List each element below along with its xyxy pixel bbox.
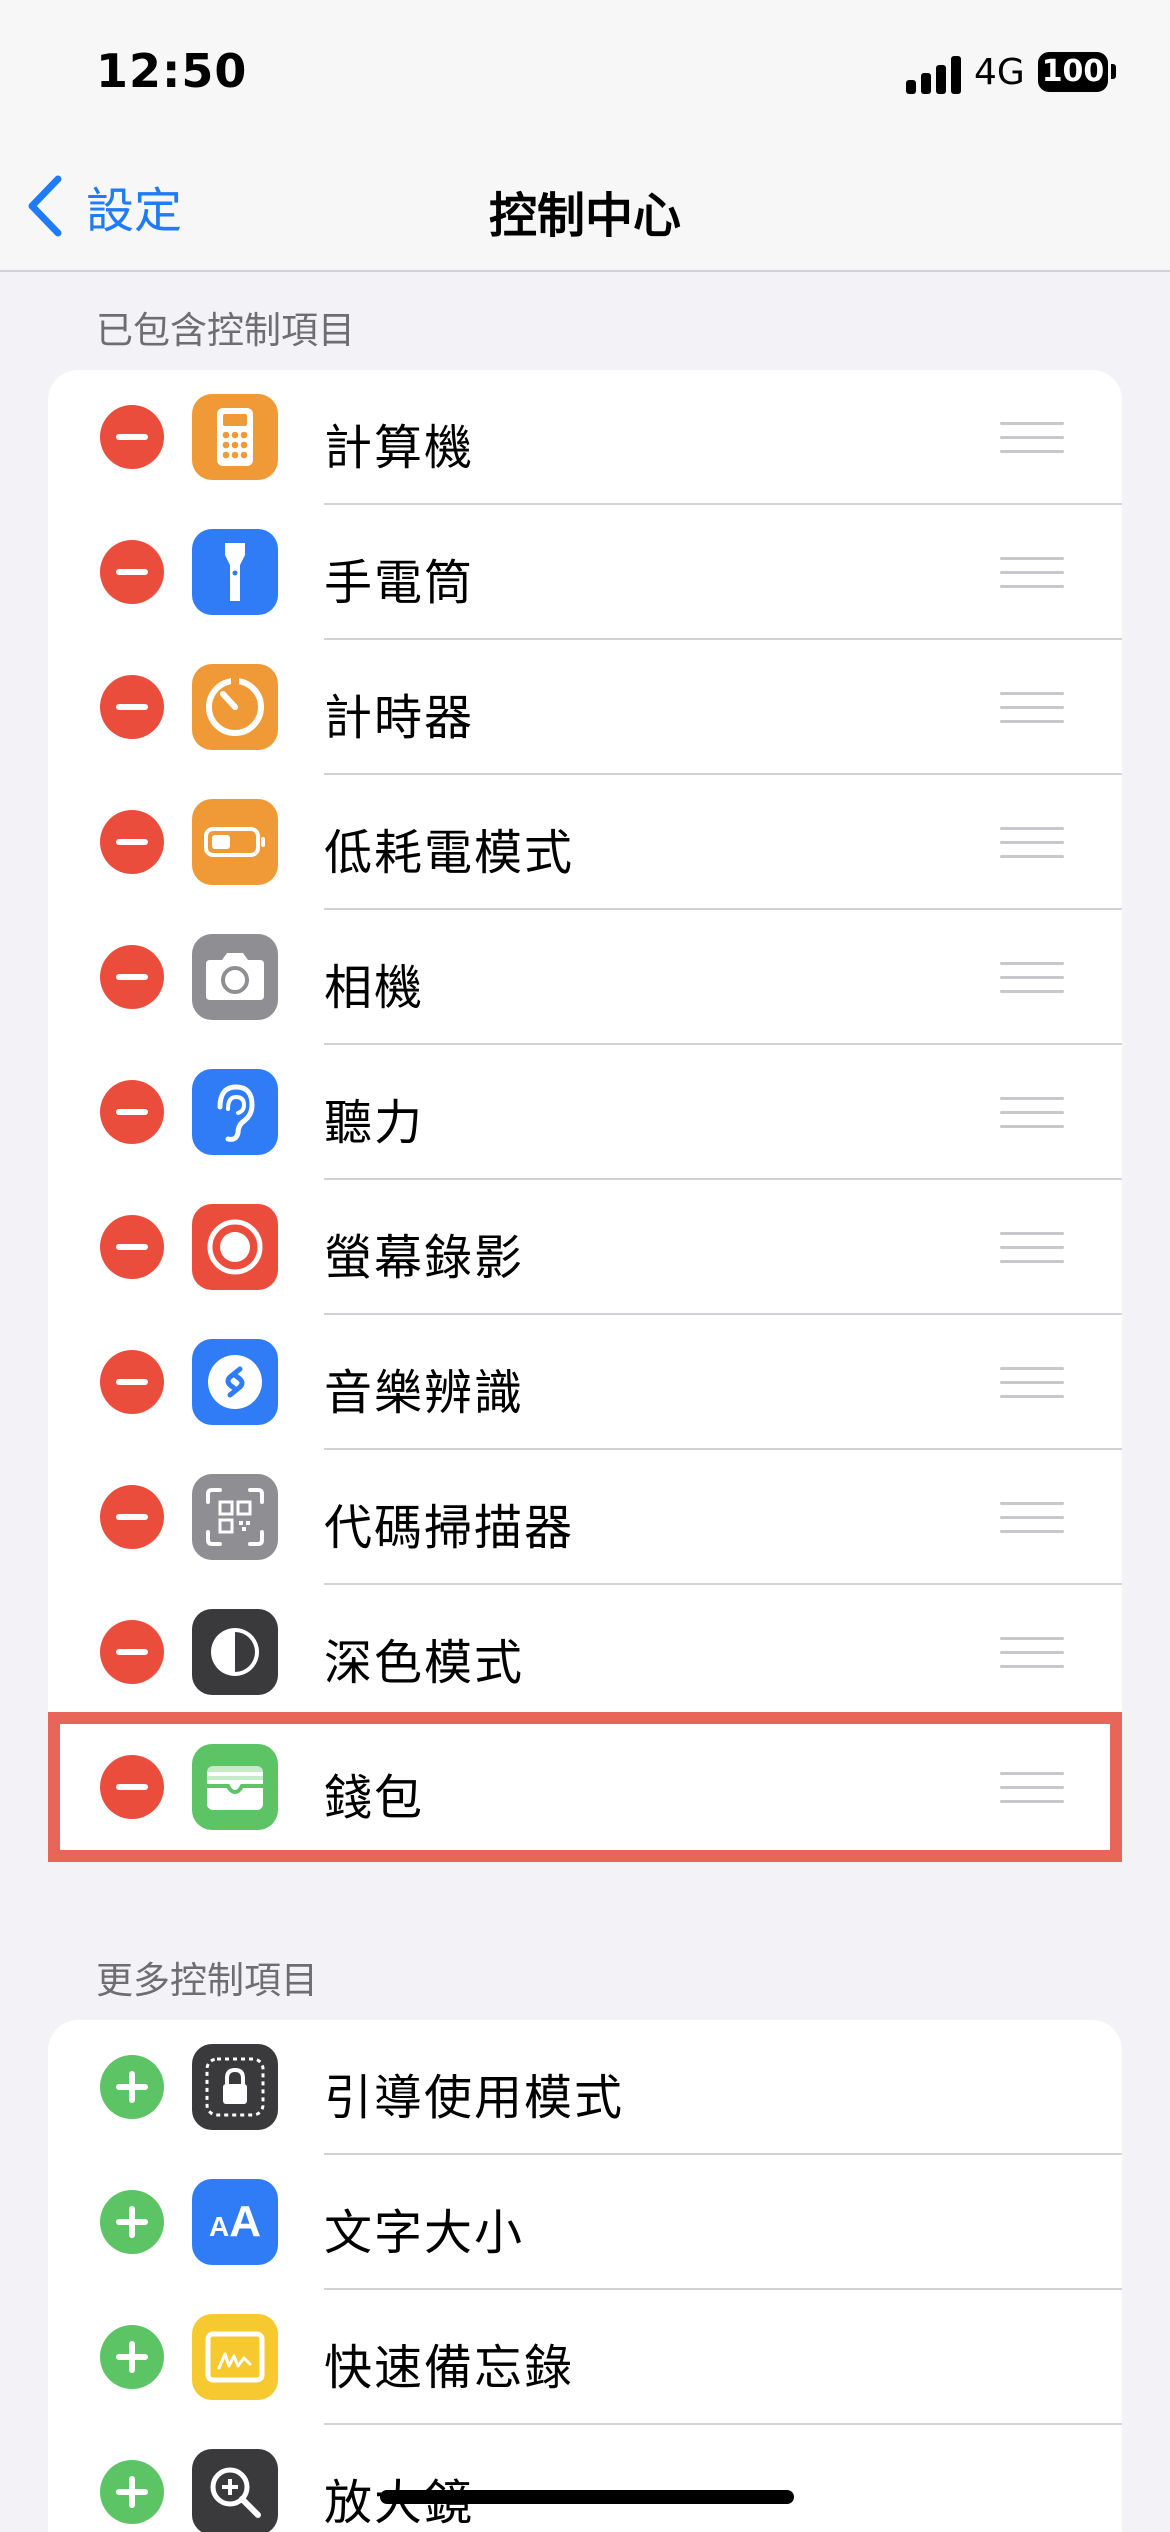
control-label: 引導使用模式: [324, 2070, 625, 2126]
reorder-handle[interactable]: [1000, 962, 1064, 994]
reorder-handle[interactable]: [1000, 1772, 1064, 1804]
remove-button[interactable]: [100, 1080, 164, 1144]
status-time: 12:50: [96, 44, 248, 98]
control-label: 手電筒: [324, 555, 475, 611]
reorder-handle[interactable]: [1000, 1637, 1064, 1669]
remove-button[interactable]: [100, 540, 164, 604]
remove-button[interactable]: [100, 1485, 164, 1549]
remove-button[interactable]: [100, 675, 164, 739]
control-label: 錢包: [324, 1770, 425, 1826]
control-row-guided-access: 引導使用模式: [48, 2020, 1122, 2155]
qr-scanner-icon: [192, 1474, 278, 1560]
control-row-code-scanner: 代碼掃描器: [48, 1450, 1122, 1585]
remove-button[interactable]: [100, 1620, 164, 1684]
control-label: 深色模式: [324, 1635, 525, 1691]
control-label: 聽力: [324, 1095, 425, 1151]
control-row-text-size: AA 文字大小: [48, 2155, 1122, 2290]
camera-icon: [192, 934, 278, 1020]
control-label: 相機: [324, 960, 425, 1016]
reorder-handle[interactable]: [1000, 1502, 1064, 1534]
shazam-icon: [192, 1339, 278, 1425]
reorder-handle[interactable]: [1000, 557, 1064, 589]
timer-icon: [192, 664, 278, 750]
quick-note-icon: [192, 2314, 278, 2400]
status-bar: 12:50 4G 100: [0, 0, 1170, 150]
add-button[interactable]: [100, 2190, 164, 2254]
control-row-music-recognition: 音樂辨識: [48, 1315, 1122, 1450]
control-label: 計時器: [324, 690, 475, 746]
included-section-header: 已包含控制項目: [96, 309, 355, 352]
guided-access-icon: [192, 2044, 278, 2130]
control-label: 文字大小: [324, 2205, 525, 2261]
reorder-handle[interactable]: [1000, 1097, 1064, 1129]
battery-tip: [1111, 64, 1116, 79]
control-label: 音樂辨識: [324, 1365, 525, 1421]
more-controls-list: 引導使用模式 AA 文字大小 快速備忘錄: [48, 2020, 1122, 2532]
home-indicator[interactable]: [380, 2490, 794, 2504]
included-controls-list: 計算機 手電筒 計時器 低耗電模式 相機 聽力 螢幕錄影 音樂辨識 代碼掃描器 …: [48, 370, 1122, 1855]
wallet-icon: [192, 1744, 278, 1830]
control-row-flashlight: 手電筒: [48, 505, 1122, 640]
flashlight-icon: [192, 529, 278, 615]
cellular-signal-icon: [906, 56, 962, 94]
battery-icon: [192, 799, 278, 885]
control-label: 快速備忘錄: [324, 2340, 575, 2396]
calculator-icon: [192, 394, 278, 480]
reorder-handle[interactable]: [1000, 827, 1064, 859]
magnifier-icon: [192, 2449, 278, 2532]
navigation-bar: 設定 控制中心: [0, 150, 1170, 272]
control-row-wallet: 錢包: [48, 1720, 1122, 1855]
control-label: 計算機: [324, 420, 475, 476]
add-button[interactable]: [100, 2055, 164, 2119]
remove-button[interactable]: [100, 1755, 164, 1819]
control-row-low-power: 低耗電模式: [48, 775, 1122, 910]
control-label: 代碼掃描器: [324, 1500, 575, 1556]
more-section-header: 更多控制項目: [96, 1959, 318, 2002]
reorder-handle[interactable]: [1000, 1367, 1064, 1399]
network-type: 4G: [974, 52, 1025, 93]
add-button[interactable]: [100, 2460, 164, 2524]
remove-button[interactable]: [100, 405, 164, 469]
remove-button[interactable]: [100, 945, 164, 1009]
remove-button[interactable]: [100, 1350, 164, 1414]
control-row-calculator: 計算機: [48, 370, 1122, 505]
reorder-handle[interactable]: [1000, 1232, 1064, 1264]
text-size-glyph: AA: [208, 2197, 261, 2246]
record-icon: [192, 1204, 278, 1290]
battery-icon: 100: [1038, 52, 1108, 92]
control-row-quick-note: 快速備忘錄: [48, 2290, 1122, 2425]
control-row-hearing: 聽力: [48, 1045, 1122, 1180]
control-row-timer: 計時器: [48, 640, 1122, 775]
remove-button[interactable]: [100, 1215, 164, 1279]
ear-icon: [192, 1069, 278, 1155]
control-label: 低耗電模式: [324, 825, 575, 881]
add-button[interactable]: [100, 2325, 164, 2389]
remove-button[interactable]: [100, 810, 164, 874]
page-title: 控制中心: [488, 188, 681, 244]
control-row-magnifier: 放大鏡: [48, 2425, 1122, 2532]
control-row-screen-recording: 螢幕錄影: [48, 1180, 1122, 1315]
control-row-dark-mode: 深色模式: [48, 1585, 1122, 1720]
dark-mode-icon: [192, 1609, 278, 1695]
text-size-icon: AA: [192, 2179, 278, 2265]
reorder-handle[interactable]: [1000, 422, 1064, 454]
reorder-handle[interactable]: [1000, 692, 1064, 724]
control-row-camera: 相機: [48, 910, 1122, 1045]
control-label: 螢幕錄影: [324, 1230, 525, 1286]
